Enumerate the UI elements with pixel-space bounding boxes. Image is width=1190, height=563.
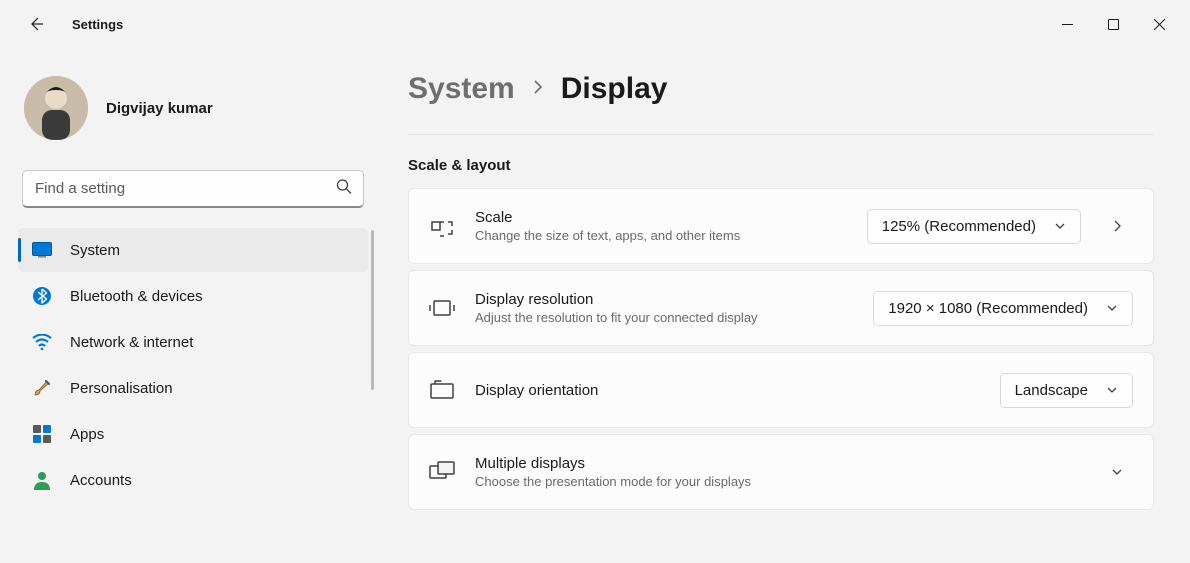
- divider: [408, 134, 1154, 135]
- window-controls: [1044, 8, 1182, 40]
- sidebar-item-label: Accounts: [70, 472, 132, 489]
- minimize-icon: [1062, 19, 1073, 30]
- dropdown-value: 1920 × 1080 (Recommended): [888, 300, 1088, 317]
- back-button[interactable]: [24, 12, 48, 36]
- sidebar-item-label: System: [70, 242, 120, 259]
- content: System Display Scale & layout Scale Chan…: [380, 48, 1190, 563]
- app-title: Settings: [72, 17, 123, 32]
- sidebar: Digvijay kumar System Bluetooth & dev: [0, 48, 380, 563]
- breadcrumb-parent[interactable]: System: [408, 72, 515, 106]
- sidebar-item-label: Network & internet: [70, 334, 193, 351]
- search-input[interactable]: [22, 170, 364, 208]
- close-button[interactable]: [1136, 8, 1182, 40]
- orientation-icon: [429, 377, 455, 403]
- sidebar-item-accounts[interactable]: Accounts: [18, 458, 368, 502]
- dropdown-value: Landscape: [1015, 382, 1088, 399]
- sidebar-item-label: Personalisation: [70, 380, 173, 397]
- multiple-displays-icon: [429, 459, 455, 485]
- setting-row-scale: Scale Change the size of text, apps, and…: [408, 188, 1154, 264]
- search-icon: [336, 179, 352, 200]
- scale-dropdown[interactable]: 125% (Recommended): [867, 209, 1081, 244]
- expand-toggle[interactable]: [1101, 466, 1133, 478]
- chevron-down-icon: [1106, 302, 1118, 314]
- avatar: [24, 76, 88, 140]
- resolution-dropdown[interactable]: 1920 × 1080 (Recommended): [873, 291, 1133, 326]
- titlebar: Settings: [0, 0, 1190, 48]
- sidebar-item-apps[interactable]: Apps: [18, 412, 368, 456]
- maximize-button[interactable]: [1090, 8, 1136, 40]
- person-icon: [32, 470, 52, 490]
- chevron-down-icon: [1111, 466, 1123, 478]
- chevron-down-icon: [1054, 220, 1066, 232]
- expand-arrow[interactable]: [1101, 220, 1133, 232]
- setting-subtitle: Change the size of text, apps, and other…: [475, 228, 847, 243]
- breadcrumb-current: Display: [561, 72, 668, 106]
- sidebar-item-label: Bluetooth & devices: [70, 288, 203, 305]
- sidebar-item-personalisation[interactable]: Personalisation: [18, 366, 368, 410]
- profile-block[interactable]: Digvijay kumar: [18, 68, 368, 164]
- bluetooth-icon: [32, 286, 52, 306]
- maximize-icon: [1108, 19, 1119, 30]
- minimize-button[interactable]: [1044, 8, 1090, 40]
- setting-row-orientation: Display orientation Landscape: [408, 352, 1154, 428]
- wifi-icon: [32, 332, 52, 352]
- chevron-right-icon: [531, 80, 545, 99]
- sidebar-item-label: Apps: [70, 426, 104, 443]
- section-title: Scale & layout: [408, 157, 1154, 174]
- setting-title: Display orientation: [475, 382, 980, 399]
- system-icon: [32, 240, 52, 260]
- setting-subtitle: Choose the presentation mode for your di…: [475, 474, 1081, 489]
- sidebar-item-network[interactable]: Network & internet: [18, 320, 368, 364]
- close-icon: [1154, 19, 1165, 30]
- setting-row-resolution: Display resolution Adjust the resolution…: [408, 270, 1154, 346]
- arrow-left-icon: [28, 16, 44, 32]
- nav: System Bluetooth & devices Network & int…: [18, 228, 368, 502]
- sidebar-item-bluetooth[interactable]: Bluetooth & devices: [18, 274, 368, 318]
- paintbrush-icon: [32, 378, 52, 398]
- setting-title: Scale: [475, 209, 847, 226]
- setting-subtitle: Adjust the resolution to fit your connec…: [475, 310, 853, 325]
- chevron-down-icon: [1106, 384, 1118, 396]
- setting-title: Multiple displays: [475, 455, 1081, 472]
- sidebar-scrollbar[interactable]: [371, 230, 374, 390]
- scale-icon: [429, 213, 455, 239]
- apps-icon: [32, 424, 52, 444]
- setting-title: Display resolution: [475, 291, 853, 308]
- orientation-dropdown[interactable]: Landscape: [1000, 373, 1133, 408]
- resolution-icon: [429, 295, 455, 321]
- profile-name: Digvijay kumar: [106, 100, 213, 117]
- breadcrumb: System Display: [408, 72, 1154, 106]
- chevron-right-icon: [1111, 220, 1123, 232]
- dropdown-value: 125% (Recommended): [882, 218, 1036, 235]
- setting-row-multiple-displays[interactable]: Multiple displays Choose the presentatio…: [408, 434, 1154, 510]
- sidebar-item-system[interactable]: System: [18, 228, 368, 272]
